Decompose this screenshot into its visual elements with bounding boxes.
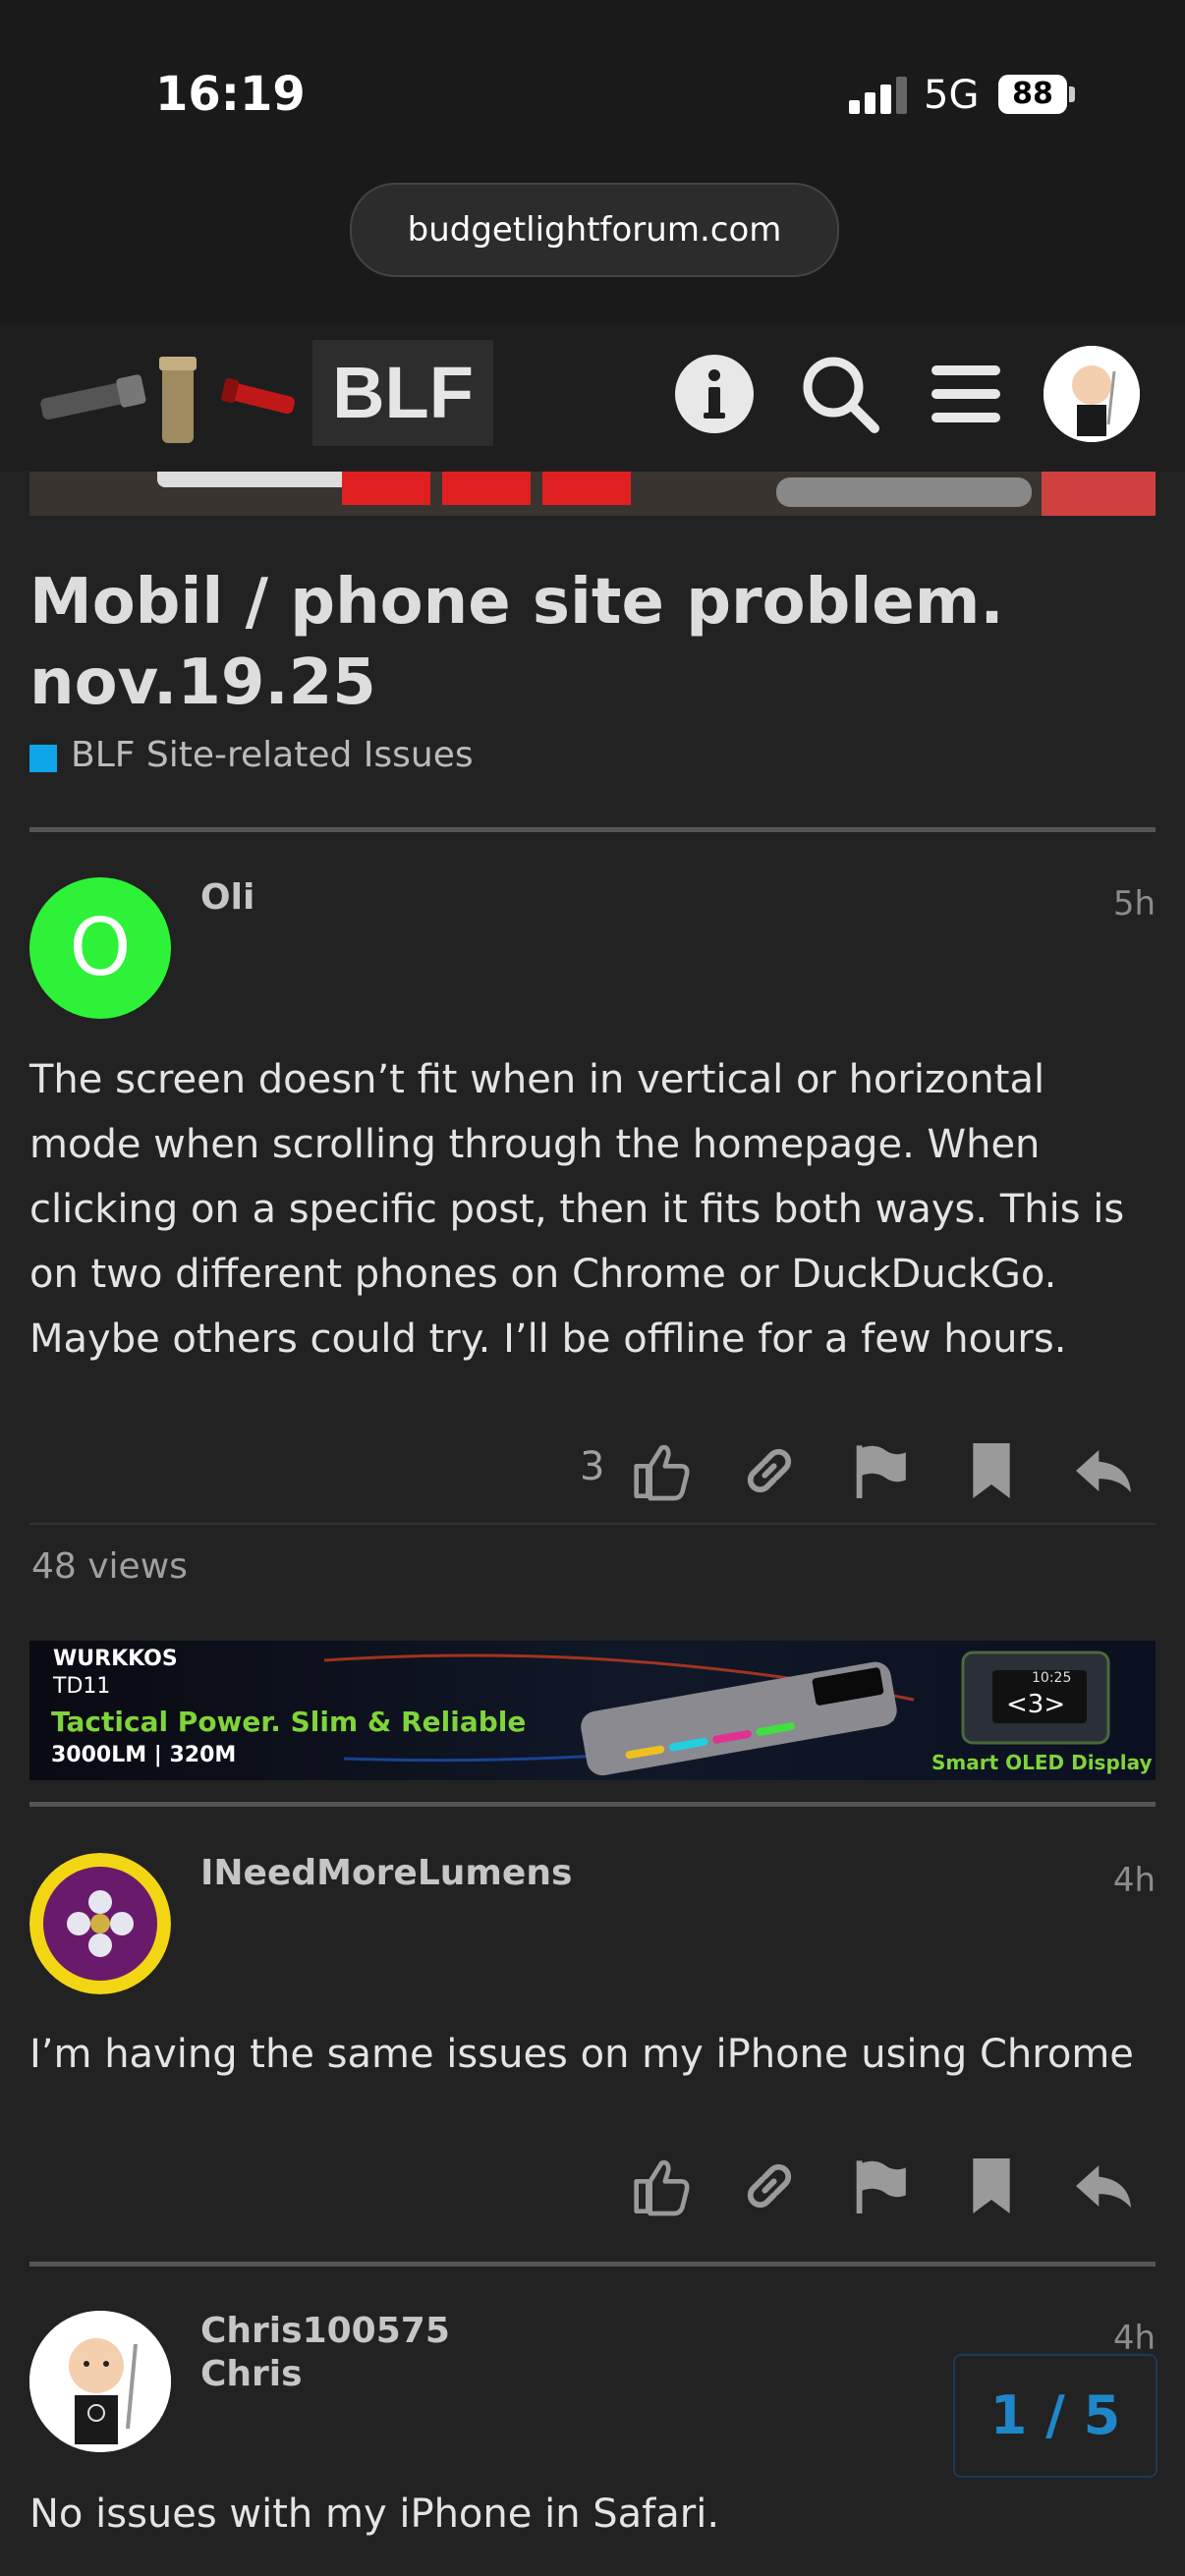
divider — [29, 2262, 1156, 2267]
topic-views: 48 views — [31, 1546, 188, 1587]
network-type: 5G — [924, 73, 980, 118]
address-bar[interactable]: budgetlightforum.com — [350, 183, 839, 277]
ad-specs: 3000LM | 320M — [51, 1743, 237, 1767]
post-time[interactable]: 5h — [1038, 884, 1156, 924]
ad-display-time: 10:25 — [1032, 1670, 1072, 1686]
post-display-name[interactable]: Chris — [200, 2354, 303, 2394]
link-icon[interactable] — [735, 2152, 804, 2220]
topic-progress[interactable]: 1 / 5 — [953, 2354, 1157, 2478]
search-icon[interactable] — [798, 352, 882, 436]
signal-icon — [849, 77, 912, 114]
category-link[interactable]: BLF Site-related Issues — [71, 735, 474, 775]
info-icon[interactable] — [672, 352, 757, 436]
user-avatar[interactable] — [1044, 346, 1140, 442]
bookmark-icon[interactable] — [957, 1436, 1026, 1505]
divider — [29, 1523, 1156, 1525]
category-badge — [29, 745, 57, 772]
reply-icon[interactable] — [1069, 2152, 1138, 2220]
hamburger-menu-icon[interactable] — [924, 352, 1008, 436]
bookmark-icon[interactable] — [957, 2152, 1026, 2220]
battery-nub — [1069, 86, 1075, 102]
status-time: 16:19 — [155, 67, 306, 122]
post-username[interactable]: Oli — [200, 877, 254, 918]
avatar[interactable]: O — [29, 877, 171, 1019]
ad-tagline: Tactical Power. Slim & Reliable — [51, 1706, 527, 1738]
flag-icon[interactable] — [845, 2152, 914, 2220]
top-ad-banner[interactable] — [29, 472, 1156, 516]
ad-model: TD11 — [53, 1674, 111, 1699]
post-body: I’m having the same issues on my iPhone … — [29, 2032, 1134, 2077]
post-time[interactable]: 4h — [1038, 1861, 1156, 1900]
post-username[interactable]: Chris100575 — [200, 2311, 450, 2351]
reply-icon[interactable] — [1069, 1436, 1138, 1505]
post-username[interactable]: INeedMoreLumens — [200, 1853, 572, 1893]
ad-feature: Smart OLED Display — [931, 1751, 1153, 1774]
ad-display-value: <3> — [1006, 1690, 1066, 1719]
ad-brand: WURKKOS — [53, 1647, 178, 1671]
avatar[interactable] — [29, 1853, 171, 1994]
site-logo[interactable]: BLF — [312, 340, 493, 446]
post-body: No issues with my iPhone in Safari. — [29, 2492, 720, 2537]
avatar[interactable] — [29, 2311, 171, 2452]
post-body: The screen doesn’t fit when in vertical … — [29, 1057, 1125, 1362]
ad-banner[interactable]: WURKKOS TD11 Tactical Power. Slim & Reli… — [29, 1641, 1156, 1780]
flashlight-logo-icon[interactable] — [29, 339, 305, 447]
flag-icon[interactable] — [845, 1436, 914, 1505]
like-count[interactable]: 3 — [580, 1444, 604, 1489]
divider — [29, 827, 1156, 832]
battery-indicator: 88 — [998, 75, 1067, 114]
like-icon[interactable] — [625, 1436, 694, 1505]
link-icon[interactable] — [735, 1436, 804, 1505]
divider — [29, 1802, 1156, 1807]
topic-title: Mobil / phone site problem. nov.19.25 — [29, 566, 1004, 719]
like-icon[interactable] — [625, 2152, 694, 2220]
post-time[interactable]: 4h — [1038, 2319, 1156, 2358]
